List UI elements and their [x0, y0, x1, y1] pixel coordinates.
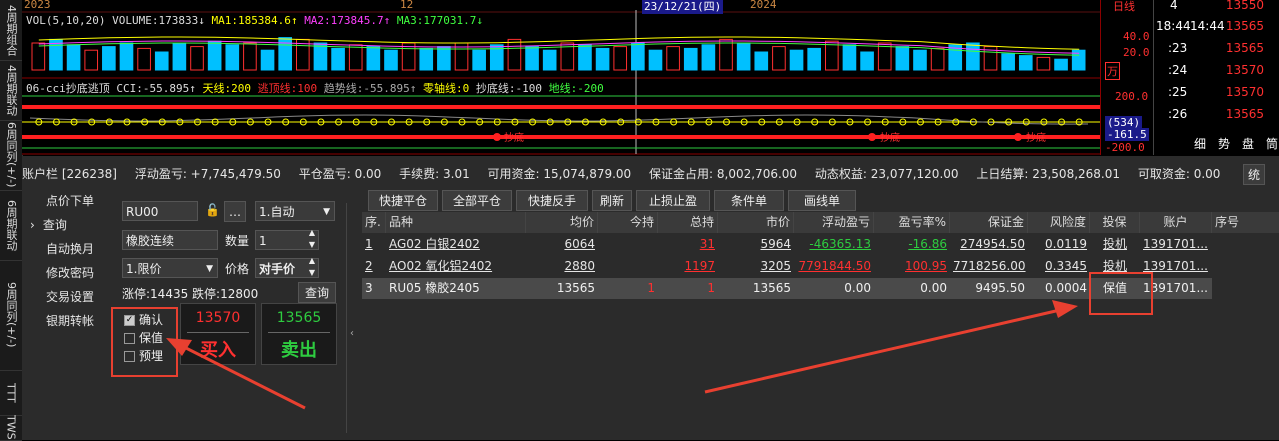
- arrow-head-icon: [1052, 300, 1078, 318]
- annotation-arrow-line: [179, 343, 306, 410]
- annotation-arrows: [166, 300, 1078, 410]
- annotation-arrow-line: [704, 308, 1061, 394]
- arrow-head-icon: [166, 338, 192, 356]
